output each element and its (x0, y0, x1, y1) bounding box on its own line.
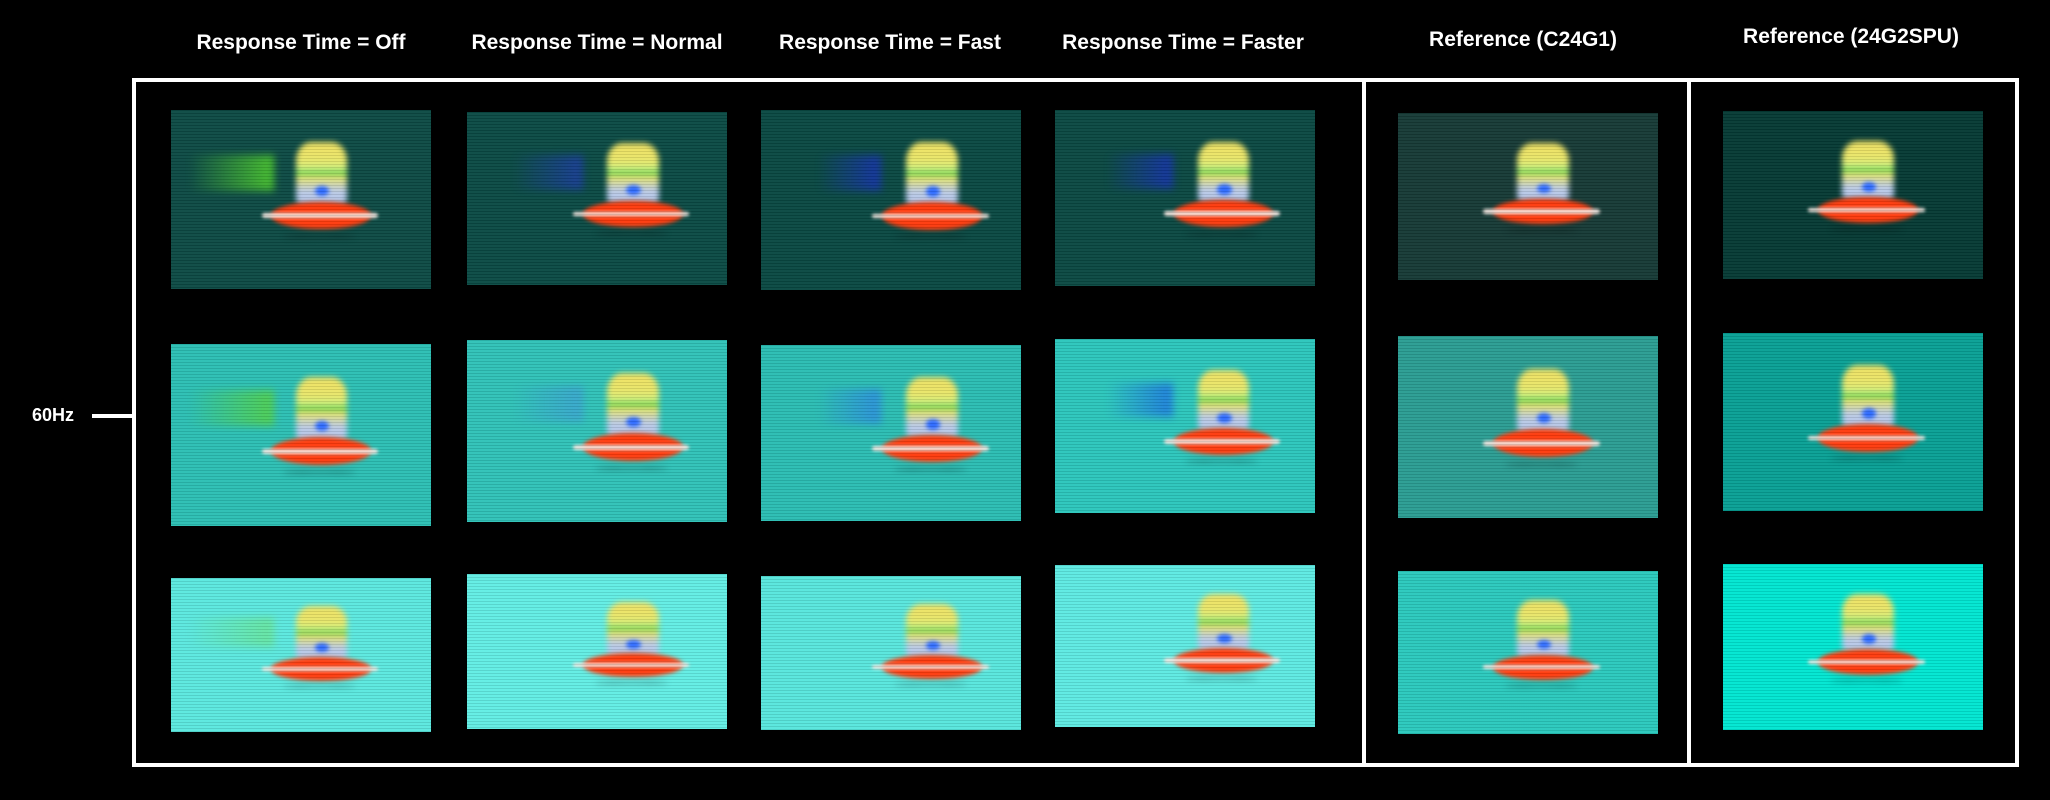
scanline-overlay (1055, 110, 1315, 286)
motion-photo-light-background-3 (761, 576, 1021, 730)
motion-photo-medium-background-3 (761, 345, 1021, 521)
motion-photo-medium-background-5 (1398, 336, 1658, 518)
scanline-overlay (171, 344, 431, 526)
column-header-reference-c24g1: Reference (C24G1) (1429, 28, 1617, 51)
motion-photo-light-background-5 (1398, 571, 1658, 734)
scanline-overlay (1055, 339, 1315, 513)
scanline-overlay (1723, 333, 1983, 511)
scanline-overlay (1723, 111, 1983, 279)
motion-photo-medium-background-2 (467, 340, 727, 522)
scanline-overlay (1055, 565, 1315, 727)
motion-photo-dark-background-4 (1055, 110, 1315, 286)
motion-photo-light-background-1 (171, 578, 431, 732)
column-header-off: Response Time = Off (196, 31, 406, 54)
motion-photo-dark-background-1 (171, 110, 431, 289)
scanline-overlay (761, 576, 1021, 730)
scanline-overlay (1398, 113, 1658, 280)
motion-photo-medium-background-1 (171, 344, 431, 526)
motion-photo-medium-background-6 (1723, 333, 1983, 511)
motion-photo-dark-background-6 (1723, 111, 1983, 279)
column-header-reference-24g2spu: Reference (24G2SPU) (1743, 25, 1959, 48)
section-divider-c24g1 (1362, 78, 1366, 767)
scanline-overlay (171, 578, 431, 732)
motion-photo-light-background-6 (1723, 564, 1983, 730)
motion-photo-medium-background-4 (1055, 339, 1315, 513)
row-label-connector (92, 414, 134, 418)
section-divider-24g2spu (1687, 78, 1691, 767)
scanline-overlay (1398, 571, 1658, 734)
motion-photo-light-background-2 (467, 574, 727, 729)
motion-photo-dark-background-3 (761, 110, 1021, 290)
scanline-overlay (467, 574, 727, 729)
scanline-overlay (171, 110, 431, 289)
motion-photo-dark-background-2 (467, 112, 727, 285)
scanline-overlay (1398, 336, 1658, 518)
scanline-overlay (467, 340, 727, 522)
scanline-overlay (761, 345, 1021, 521)
row-label-refresh-rate: 60Hz (32, 405, 75, 425)
motion-photo-light-background-4 (1055, 565, 1315, 727)
scanline-overlay (1723, 564, 1983, 730)
motion-photo-dark-background-5 (1398, 113, 1658, 280)
column-header-faster: Response Time = Faster (1062, 31, 1304, 54)
scanline-overlay (467, 112, 727, 285)
column-header-normal: Response Time = Normal (471, 31, 723, 54)
scanline-overlay (761, 110, 1021, 290)
column-header-fast: Response Time = Fast (779, 31, 1001, 54)
